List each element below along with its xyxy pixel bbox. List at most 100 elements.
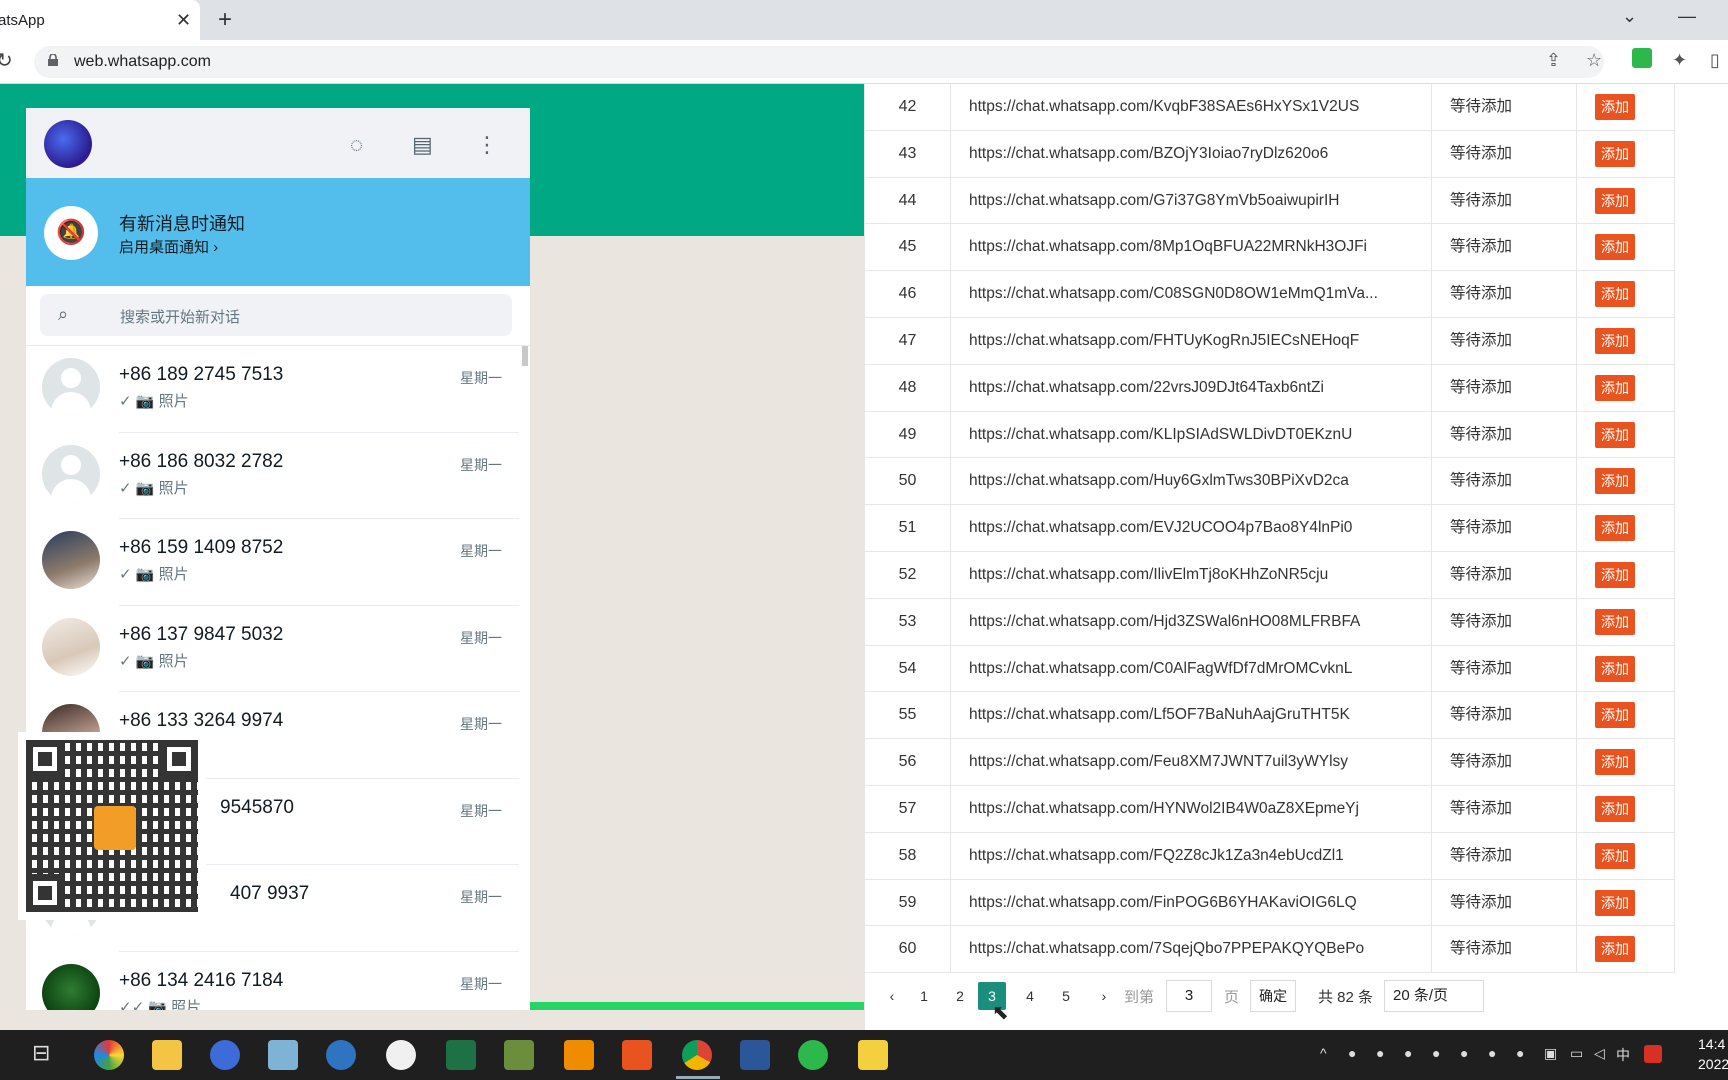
url-field[interactable]: web.whatsapp.com [34, 46, 1604, 78]
add-button[interactable]: 添加 [1595, 842, 1635, 869]
app-icon[interactable] [326, 1040, 356, 1070]
page-2[interactable]: 2 [946, 982, 974, 1010]
add-button[interactable]: 添加 [1595, 655, 1635, 682]
add-button[interactable]: 添加 [1595, 936, 1635, 963]
minimize-icon[interactable]: — [1678, 6, 1696, 27]
app-icon[interactable] [858, 1040, 888, 1070]
qq-icon[interactable] [386, 1040, 416, 1070]
tray-qq-icon[interactable]: ● [1404, 1045, 1422, 1063]
windows-taskbar: ⊟ ^ ● ● ● ● ● ● ● ▣ ▭ ◁ 中 14:4 2022/ [0, 1030, 1728, 1080]
tray-qq-icon[interactable]: ● [1432, 1045, 1450, 1063]
add-button[interactable]: 添加 [1595, 234, 1635, 261]
reload-icon[interactable]: ↻ [0, 48, 13, 73]
add-button[interactable]: 添加 [1595, 140, 1635, 167]
search-input[interactable]: ⌕ 搜索或开始新对话 [40, 294, 512, 336]
app-icon[interactable] [94, 1040, 124, 1070]
add-button[interactable]: 添加 [1595, 94, 1635, 120]
extension-icon[interactable] [1632, 48, 1652, 68]
tray-network-icon[interactable]: ▣ [1544, 1045, 1562, 1063]
wechat-icon[interactable] [798, 1040, 828, 1070]
group-link: https://chat.whatsapp.com/Hjd3ZSWal6nHO0… [951, 598, 1432, 646]
add-button[interactable]: 添加 [1595, 328, 1635, 354]
chat-item[interactable]: +86 159 1409 8752 星期一 ✓ 📷 照片 [26, 519, 530, 606]
table-row: 50 https://chat.whatsapp.com/Huy6GxlmTws3… [865, 458, 1675, 506]
new-tab-icon[interactable]: + [218, 6, 232, 34]
chat-item[interactable]: +86 134 2416 7184 星期一 ✓✓ 📷 照片 [26, 952, 530, 1010]
status-text: 等待添加 [1432, 926, 1577, 974]
enable-notifications-link[interactable]: 启用桌面通知 › [119, 236, 218, 257]
add-button[interactable]: 添加 [1595, 749, 1635, 776]
tray-volume-icon[interactable]: ◁ [1594, 1045, 1612, 1063]
app-icon[interactable] [564, 1040, 594, 1070]
row-number: 53 [865, 598, 951, 646]
tray-chevron-icon[interactable]: ^ [1320, 1045, 1338, 1063]
next-page-icon[interactable]: › [1090, 982, 1118, 1010]
avatar[interactable] [44, 120, 92, 168]
app-icon[interactable] [210, 1040, 240, 1070]
tray-qq-icon[interactable]: ● [1488, 1045, 1506, 1063]
add-button[interactable]: 添加 [1595, 702, 1635, 729]
task-view-icon[interactable]: ⊟ [32, 1040, 62, 1070]
tray-qq-icon[interactable]: ● [1460, 1045, 1478, 1063]
page-5[interactable]: 5 [1052, 982, 1080, 1010]
sidepanel-icon[interactable]: ▯ [1710, 50, 1720, 71]
add-button[interactable]: 添加 [1595, 374, 1635, 401]
chevron-down-icon[interactable]: ⌄ [1622, 6, 1637, 27]
chat-name: +86 159 1409 8752 [119, 537, 284, 558]
chrome-icon[interactable] [682, 1040, 712, 1070]
word-icon[interactable] [740, 1040, 770, 1070]
add-button[interactable]: 添加 [1595, 421, 1635, 448]
page-size-select[interactable]: 20 条/页 [1384, 980, 1484, 1012]
confirm-button[interactable]: 确定 [1250, 980, 1296, 1012]
puzzle-icon[interactable]: ✦ [1672, 50, 1687, 71]
add-button[interactable]: 添加 [1595, 281, 1635, 308]
goto-page-input[interactable]: 3 [1166, 980, 1212, 1012]
table-row: 49 https://chat.whatsapp.com/KLIpSIAdSWLD… [865, 411, 1675, 459]
chat-item[interactable]: +86 189 2745 7513 星期一 ✓ 📷 照片 [26, 346, 530, 433]
add-button[interactable]: 添加 [1595, 187, 1635, 214]
row-number: 43 [865, 130, 951, 178]
system-clock[interactable]: 14:4 2022/ [1698, 1034, 1728, 1074]
tray-ime-icon[interactable]: 中 [1616, 1045, 1634, 1063]
add-button[interactable]: 添加 [1595, 796, 1635, 822]
add-button[interactable]: 添加 [1595, 468, 1635, 495]
action-cell: 添加 [1577, 411, 1675, 459]
folder-icon[interactable] [152, 1040, 182, 1070]
new-chat-icon[interactable]: ▤ [412, 132, 433, 158]
app-icon[interactable] [622, 1040, 652, 1070]
avatar [42, 444, 100, 503]
chat-item[interactable]: +86 186 8032 2782 星期一 ✓ 📷 照片 [26, 433, 530, 519]
scrollbar[interactable] [522, 346, 528, 366]
action-cell: 添加 [1577, 84, 1675, 131]
table-row: 47 https://chat.whatsapp.com/FHTUyKogRnJ5… [865, 318, 1675, 365]
notification-banner[interactable]: 🔕 有新消息时通知 启用桌面通知 › [26, 178, 530, 286]
tray-display-icon[interactable]: ▭ [1570, 1045, 1588, 1063]
close-icon[interactable]: ✕ [176, 10, 191, 31]
add-button[interactable]: 添加 [1595, 608, 1635, 635]
page-1[interactable]: 1 [910, 982, 938, 1010]
app-icon[interactable] [504, 1040, 534, 1070]
menu-icon[interactable]: ⋮ [476, 132, 498, 158]
add-button[interactable]: 添加 [1595, 515, 1635, 542]
group-link: https://chat.whatsapp.com/C08SGN0D8OW1eM… [951, 271, 1432, 318]
add-button[interactable]: 添加 [1595, 562, 1635, 588]
excel-icon[interactable] [446, 1040, 476, 1070]
tray-wechat-icon[interactable]: ● [1348, 1045, 1366, 1063]
status-icon[interactable]: ◌ [350, 132, 363, 158]
add-button[interactable]: 添加 [1595, 889, 1635, 916]
chat-item[interactable]: +86 137 9847 5032 星期一 ✓ 📷 照片 [26, 606, 530, 692]
group-link: https://chat.whatsapp.com/BZOjY3Ioiao7ry… [951, 130, 1432, 178]
tray-qq-icon[interactable]: ● [1516, 1045, 1534, 1063]
chat-time: 星期一 [460, 802, 502, 819]
table-row: 46 https://chat.whatsapp.com/C08SGN0D8OW1… [865, 271, 1675, 318]
star-icon[interactable]: ☆ [1586, 50, 1602, 71]
page-4[interactable]: 4 [1016, 982, 1044, 1010]
row-number: 58 [865, 832, 951, 880]
share-icon[interactable]: ⇪ [1546, 50, 1561, 71]
search-area: ⌕ 搜索或开始新对话 [26, 286, 530, 346]
prev-page-icon[interactable]: ‹ [878, 982, 906, 1010]
browser-tab[interactable]: atsApp ✕ [0, 0, 200, 40]
notes-icon[interactable] [268, 1040, 298, 1070]
tray-app-icon[interactable] [1644, 1045, 1662, 1063]
tray-qq-icon[interactable]: ● [1376, 1045, 1394, 1063]
